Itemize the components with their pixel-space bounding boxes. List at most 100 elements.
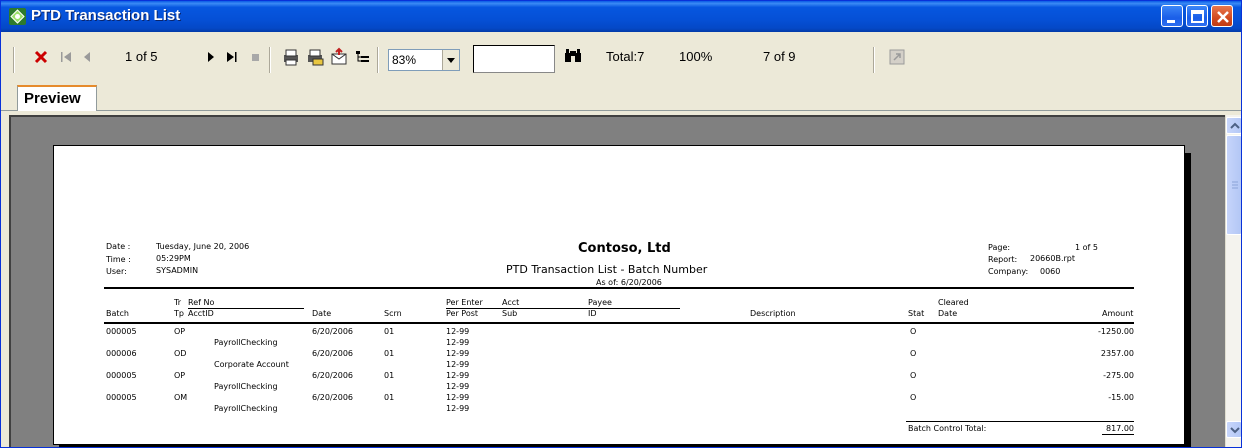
- col-per-enter: Per Enter: [446, 298, 483, 307]
- row-batch: 000006: [106, 349, 137, 358]
- row-acct: PayrollChecking: [214, 404, 278, 413]
- zoom-select[interactable]: 83%: [388, 49, 460, 71]
- company-value: 0060: [1040, 267, 1061, 276]
- row-acct: PayrollChecking: [214, 382, 278, 391]
- crystal-reports-icon[interactable]: [9, 8, 26, 25]
- row-scrn: 01: [384, 393, 395, 402]
- next-page-icon[interactable]: [205, 49, 217, 68]
- percent-complete: 100%: [679, 49, 713, 64]
- prev-page-icon[interactable]: [81, 49, 93, 68]
- row-trtp: OM: [174, 393, 188, 402]
- user-value: SYSADMIN: [156, 266, 199, 275]
- row-per-post: 12-99: [446, 360, 470, 369]
- col-cleared: Cleared: [938, 298, 969, 307]
- group-tree-icon[interactable]: [353, 47, 373, 70]
- row-stat: O: [910, 349, 917, 358]
- date-label: Date :: [106, 242, 131, 251]
- first-page-icon[interactable]: [59, 49, 73, 68]
- col-scrn: Scrn: [384, 309, 402, 318]
- last-page-icon[interactable]: [225, 49, 239, 68]
- toolbar-separator: [13, 47, 15, 73]
- print-icon[interactable]: [281, 47, 301, 70]
- user-label: User:: [106, 267, 127, 276]
- batch-total-rule: [906, 421, 1134, 422]
- row-date: 6/20/2006: [312, 393, 354, 402]
- report-toolbar: 1 of 5 83% Total:7 100% 7 of 9: [3, 35, 1239, 87]
- col-date: Date: [312, 309, 332, 318]
- report-label: Report:: [988, 255, 1018, 264]
- row-per-enter: 12-99: [446, 371, 470, 380]
- close-window-button[interactable]: [1211, 5, 1233, 27]
- row-stat: O: [910, 327, 917, 336]
- date-value: Tuesday, June 20, 2006: [156, 242, 250, 251]
- row-acct: PayrollChecking: [214, 338, 278, 347]
- report-value: 20660B.rpt: [1030, 254, 1075, 263]
- col-acct: Acct: [502, 298, 520, 307]
- row-per-post: 12-99: [446, 382, 470, 391]
- col-ref-no: Ref No: [188, 298, 215, 307]
- row-trtp: OP: [174, 327, 186, 336]
- col-stat: Stat: [908, 309, 925, 318]
- row-batch: 000005: [106, 327, 137, 336]
- tab-preview[interactable]: Preview: [17, 85, 97, 111]
- toolbar-separator: [873, 47, 875, 73]
- total-underline: [1102, 434, 1134, 435]
- col-per-post: Per Post: [446, 309, 479, 318]
- col-tr: Tr: [174, 298, 181, 307]
- maximize-button[interactable]: [1186, 5, 1208, 27]
- scroll-thumb[interactable]: [1226, 135, 1241, 235]
- binoculars-icon[interactable]: [563, 47, 583, 68]
- print-setup-icon[interactable]: [305, 47, 325, 70]
- stop-icon[interactable]: [249, 49, 263, 68]
- col-tp: Tp: [174, 309, 184, 318]
- row-acct: Corporate Account: [214, 360, 289, 369]
- row-scrn: 01: [384, 349, 395, 358]
- col-id: ID: [588, 309, 597, 318]
- row-date: 6/20/2006: [312, 371, 354, 380]
- ref-no-underline: [188, 308, 304, 309]
- as-of-date: As of: 6/20/2006: [596, 278, 662, 287]
- row-batch: 000005: [106, 371, 137, 380]
- col-description: Description: [750, 309, 796, 318]
- column-rule: [104, 322, 1134, 324]
- report-preview-area[interactable]: Date : Tuesday, June 20, 2006 Time : 05:…: [9, 115, 1226, 447]
- toolbar-separator: [377, 47, 379, 73]
- minimize-button[interactable]: [1161, 5, 1183, 27]
- total-count: Total:7: [606, 49, 645, 64]
- report-window: PTD Transaction List 1 of 5 83% Total:7 …: [0, 0, 1242, 448]
- report-page: Date : Tuesday, June 20, 2006 Time : 05:…: [53, 145, 1185, 445]
- row-amount: -15.00: [1108, 393, 1134, 402]
- tab-strip-line: [1, 110, 1241, 111]
- window-title: PTD Transaction List: [31, 7, 181, 24]
- col-sub: Sub: [502, 309, 518, 318]
- search-input[interactable]: [473, 45, 555, 73]
- row-stat: O: [910, 393, 917, 402]
- row-trtp: OD: [174, 349, 187, 358]
- drill-icon[interactable]: [887, 47, 907, 70]
- batch-total-value: 817.00: [1106, 424, 1134, 433]
- row-per-enter: 12-99: [446, 393, 470, 402]
- page-indicator: 1 of 5: [125, 49, 158, 64]
- row-amount: 2357.00: [1100, 349, 1134, 358]
- col-cleared-date: Date: [938, 309, 958, 318]
- chevron-down-icon[interactable]: [442, 50, 459, 70]
- row-amount: -1250.00: [1098, 327, 1134, 336]
- page-label: Page:: [988, 243, 1011, 252]
- time-label: Time :: [106, 255, 131, 264]
- toolbar-separator: [269, 47, 271, 73]
- col-payee: Payee: [588, 298, 612, 307]
- row-date: 6/20/2006: [312, 327, 354, 336]
- close-x-icon[interactable]: [33, 49, 49, 68]
- row-per-post: 12-99: [446, 404, 470, 413]
- batch-total-label: Batch Control Total:: [908, 424, 987, 433]
- export-icon[interactable]: [329, 47, 349, 70]
- record-indicator: 7 of 9: [763, 49, 796, 64]
- col-acct-id: AcctID: [188, 309, 214, 318]
- vertical-scrollbar[interactable]: [1225, 115, 1241, 447]
- row-per-enter: 12-99: [446, 327, 470, 336]
- scroll-up-button[interactable]: [1226, 117, 1241, 134]
- scroll-down-button[interactable]: [1226, 421, 1241, 438]
- title-bar[interactable]: PTD Transaction List: [1, 1, 1241, 32]
- company-label: Company:: [988, 267, 1029, 276]
- row-batch: 000005: [106, 393, 137, 402]
